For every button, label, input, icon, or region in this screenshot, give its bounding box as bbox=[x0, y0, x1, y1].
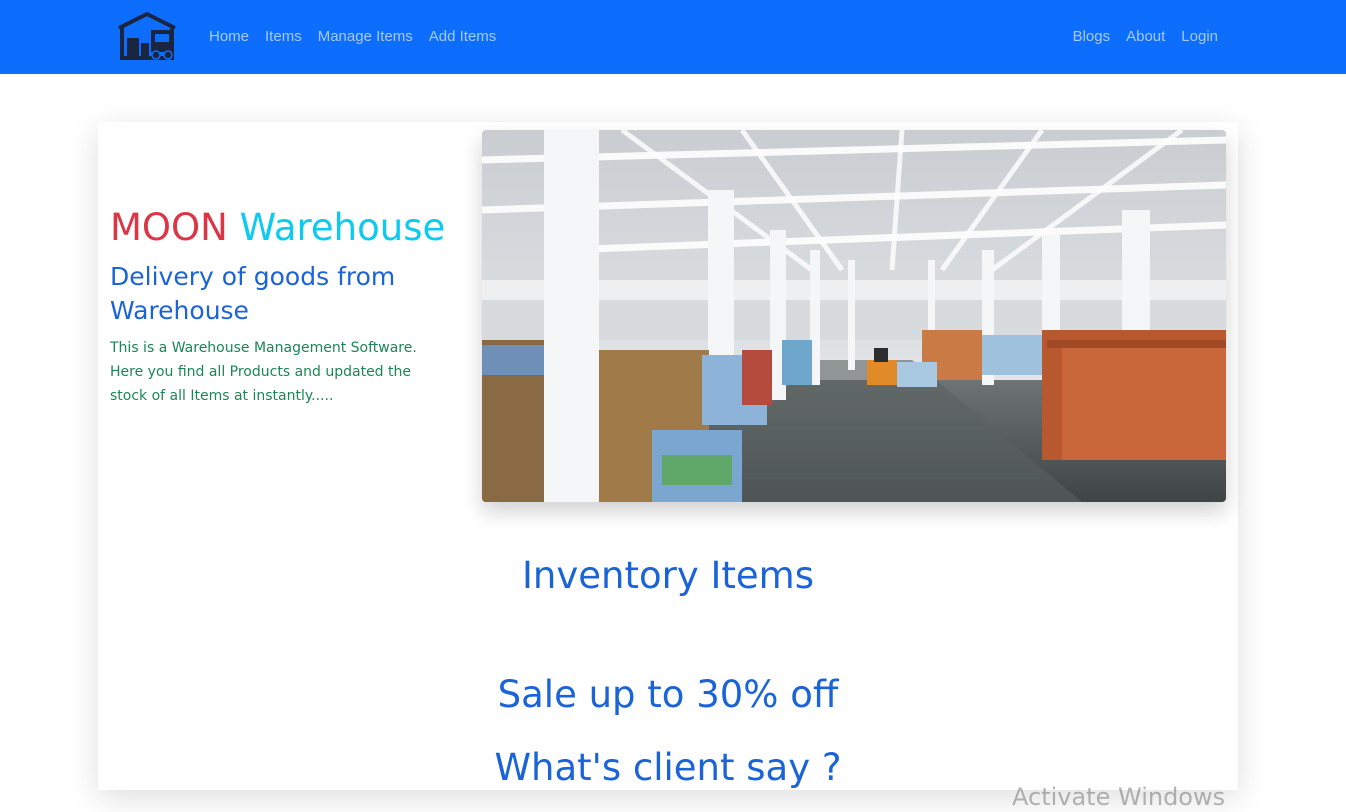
nav-link-items[interactable]: Items bbox=[265, 27, 302, 47]
activate-windows-watermark: Activate Windows bbox=[1012, 783, 1226, 811]
nav-link-blogs[interactable]: Blogs bbox=[1073, 27, 1111, 47]
nav-left-links: Home Items Manage Items Add Items bbox=[209, 27, 496, 47]
nav-link-add-items[interactable]: Add Items bbox=[429, 27, 497, 47]
navbar: Home Items Manage Items Add Items Blogs … bbox=[0, 0, 1346, 74]
nav-link-manage-items[interactable]: Manage Items bbox=[318, 27, 413, 47]
nav-right-links: Blogs About Login bbox=[1073, 27, 1218, 47]
nav-link-login[interactable]: Login bbox=[1181, 27, 1218, 47]
nav-link-about[interactable]: About bbox=[1126, 27, 1165, 47]
hero-description: This is a Warehouse Management Software.… bbox=[110, 340, 417, 404]
sale-section-title: Sale up to 30% off bbox=[497, 673, 839, 716]
hero-subtitle: Delivery of goods from Warehouse bbox=[110, 262, 396, 325]
warehouse-hero-image bbox=[482, 130, 1226, 502]
nav-link-home[interactable]: Home bbox=[209, 27, 249, 47]
hero-title-moon: MOON bbox=[110, 206, 228, 249]
hero-title: MOON Warehouse bbox=[110, 205, 445, 251]
inventory-section-title: Inventory Items bbox=[522, 554, 814, 597]
warehouse-truck-icon[interactable] bbox=[117, 12, 177, 60]
hero-title-warehouse: Warehouse bbox=[239, 206, 446, 249]
